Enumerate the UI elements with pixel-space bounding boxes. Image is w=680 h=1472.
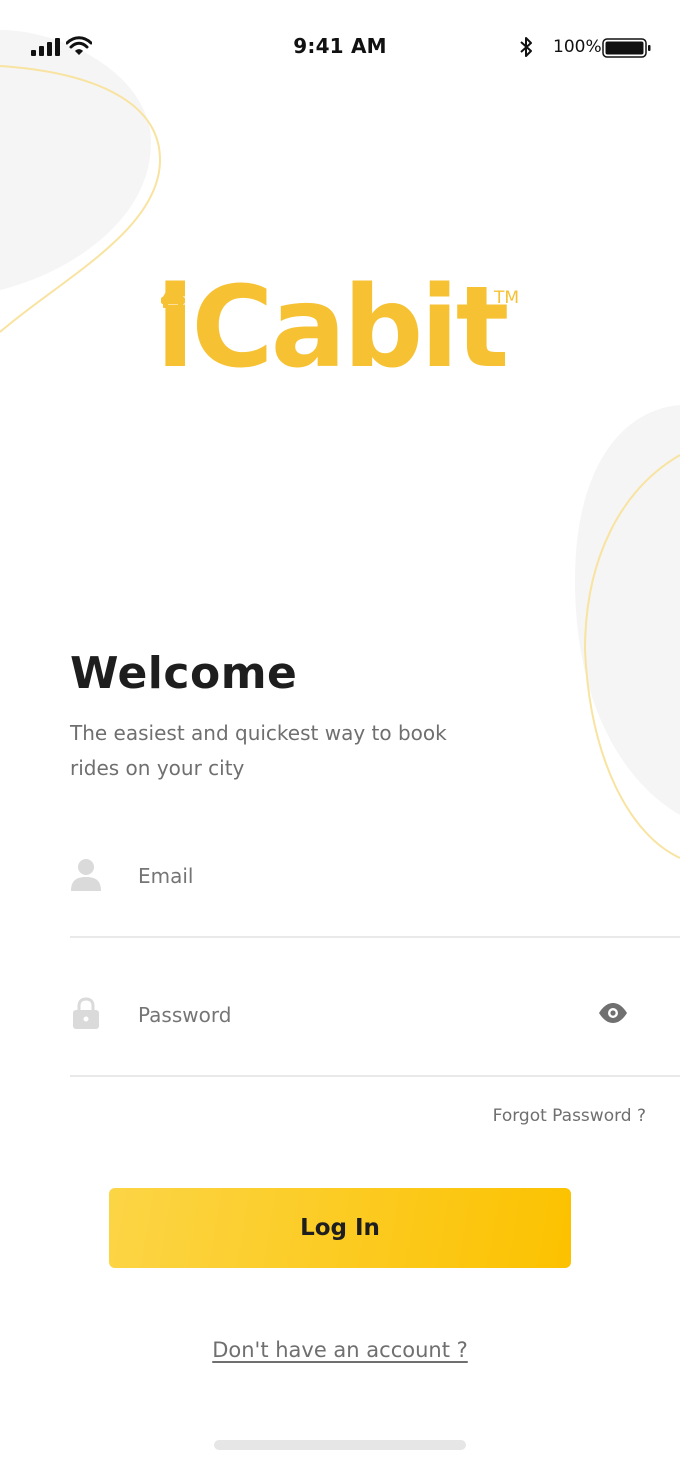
battery-icon <box>602 38 651 58</box>
user-icon <box>71 859 101 891</box>
status-bar: 9:41 AM 100% <box>0 0 680 94</box>
email-input[interactable] <box>138 858 578 894</box>
forgot-password-link[interactable]: Forgot Password ? <box>493 1106 646 1126</box>
bluetooth-icon <box>520 37 532 57</box>
login-button[interactable]: Log In <box>109 1188 571 1268</box>
app-logo: iCabit TM <box>156 272 536 400</box>
signup-link[interactable]: Don't have an account ? <box>0 1338 680 1362</box>
logo-wordmark: iCabit <box>156 263 509 393</box>
password-field <box>70 997 680 1077</box>
eye-icon[interactable] <box>598 1001 628 1025</box>
lock-icon <box>73 997 99 1029</box>
email-field <box>70 858 680 938</box>
home-indicator <box>214 1440 466 1450</box>
battery-percent: 100% <box>553 37 602 57</box>
welcome-title: Welcome <box>70 648 298 699</box>
welcome-subtitle: The easiest and quickest way to book rid… <box>70 721 447 780</box>
password-input[interactable] <box>138 997 578 1033</box>
trademark-symbol: TM <box>494 288 520 308</box>
